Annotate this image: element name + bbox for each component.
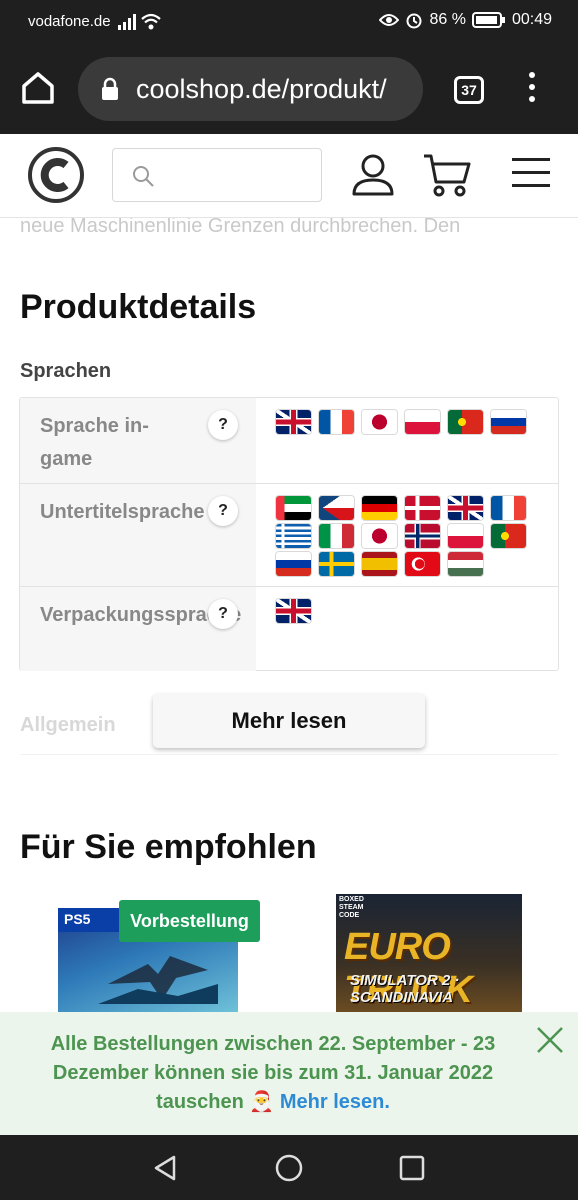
product-card-image[interactable]: BOXED STEAM CODE EURO TRUCK SIMULATOR 2 …: [336, 894, 522, 1012]
eye-icon: [379, 14, 400, 26]
home-nav-icon[interactable]: [274, 1153, 304, 1188]
row-label: Verpackungssprache: [40, 604, 242, 626]
flag-it-icon: [319, 524, 354, 548]
status-right: 86 % 00:49: [379, 11, 552, 29]
flag-fr-icon: [319, 410, 354, 434]
carrier-label: vodafone.de: [28, 13, 111, 30]
flag-list: [276, 496, 546, 576]
row-label: Untertitelsprache: [40, 501, 205, 523]
tab-switcher-button[interactable]: 37: [454, 76, 484, 104]
help-icon[interactable]: ?: [208, 410, 238, 440]
flag-pl-icon: [448, 524, 483, 548]
hamburger-menu-icon[interactable]: [512, 158, 550, 190]
flag-cz-icon: [319, 496, 354, 520]
alarm-icon: [406, 13, 422, 29]
home-icon[interactable]: [18, 68, 58, 108]
language-row-ingame: Sprache in-game ?: [20, 398, 558, 484]
search-input[interactable]: [165, 161, 315, 191]
account-icon[interactable]: [350, 152, 396, 203]
languages-label: Sprachen: [20, 360, 112, 382]
product-details-heading: Produktdetails: [20, 288, 257, 326]
flag-hu-icon: [448, 552, 483, 576]
language-row-subtitles: Untertitelsprache ?: [20, 484, 558, 587]
back-icon[interactable]: [150, 1153, 180, 1188]
site-header: [0, 134, 578, 218]
language-table: Sprache in-game ? Untertitelsprache ? Ve…: [19, 397, 559, 671]
flag-es-icon: [362, 552, 397, 576]
flag-jp-icon: [362, 524, 397, 548]
flag-tr-icon: [405, 552, 440, 576]
flag-de-icon: [362, 496, 397, 520]
divider: [20, 754, 558, 760]
recents-icon[interactable]: [397, 1153, 427, 1188]
general-section-label: Allgemein: [20, 714, 116, 736]
promo-banner: Alle Bestellungen zwischen 22. September…: [0, 1012, 578, 1135]
coolshop-logo[interactable]: [28, 147, 84, 203]
flag-pt-icon: [448, 410, 483, 434]
row-label: Sprache in-game: [40, 415, 149, 470]
clock: 00:49: [511, 11, 552, 28]
search-box[interactable]: [112, 148, 322, 202]
flag-uk-icon: [276, 599, 311, 623]
faded-description: neue Maschinenlinie Grenzen durchbrechen…: [20, 218, 461, 236]
flag-ru-icon: [491, 410, 526, 434]
flag-uk-icon: [448, 496, 483, 520]
flag-list: [276, 599, 546, 623]
signal-wifi-icon: [118, 12, 164, 36]
flag-se-icon: [319, 552, 354, 576]
flag-no-icon: [405, 524, 440, 548]
close-icon[interactable]: [534, 1024, 566, 1056]
cover-art: [98, 956, 218, 1004]
language-row-packaging: Verpackungssprache ?: [20, 587, 558, 671]
flag-pl-icon: [405, 410, 440, 434]
flag-list: [276, 410, 546, 434]
flag-ru-icon: [276, 552, 311, 576]
lock-icon: [100, 77, 120, 108]
flag-gr-icon: [276, 524, 311, 548]
banner-message: Alle Bestellungen zwischen 22. September…: [20, 1030, 526, 1117]
cover-subtitle: SIMULATOR 2 · SCANDINAVIA: [350, 972, 460, 1006]
flag-fr-icon: [491, 496, 526, 520]
banner-link[interactable]: Mehr lesen.: [280, 1091, 390, 1113]
flag-jp-icon: [362, 410, 397, 434]
status-bar: vodafone.de 86 % 00:49: [0, 0, 578, 44]
help-icon[interactable]: ?: [208, 599, 238, 629]
help-icon[interactable]: ?: [208, 496, 238, 526]
browser-toolbar: coolshop.de/produkt/ 37: [0, 44, 578, 134]
address-bar[interactable]: coolshop.de/produkt/: [78, 57, 423, 121]
flag-dk-icon: [405, 496, 440, 520]
browser-menu-icon[interactable]: [522, 72, 542, 108]
boxed-label: BOXED STEAM CODE: [339, 896, 364, 919]
read-more-button[interactable]: Mehr lesen: [153, 694, 425, 748]
cart-icon[interactable]: [422, 152, 472, 203]
system-nav-bar: [0, 1135, 578, 1200]
flag-ae-icon: [276, 496, 311, 520]
flag-uk-icon: [276, 410, 311, 434]
battery-percent: 86 %: [429, 11, 466, 28]
flag-pt-icon: [491, 524, 526, 548]
recommended-heading: Für Sie empfohlen: [20, 828, 317, 866]
preorder-badge: Vorbestellung: [119, 900, 260, 942]
search-icon: [133, 166, 154, 187]
url-text: coolshop.de/produkt/: [136, 74, 387, 104]
santa-emoji: 🎅: [249, 1091, 275, 1113]
battery-icon: [471, 12, 505, 28]
